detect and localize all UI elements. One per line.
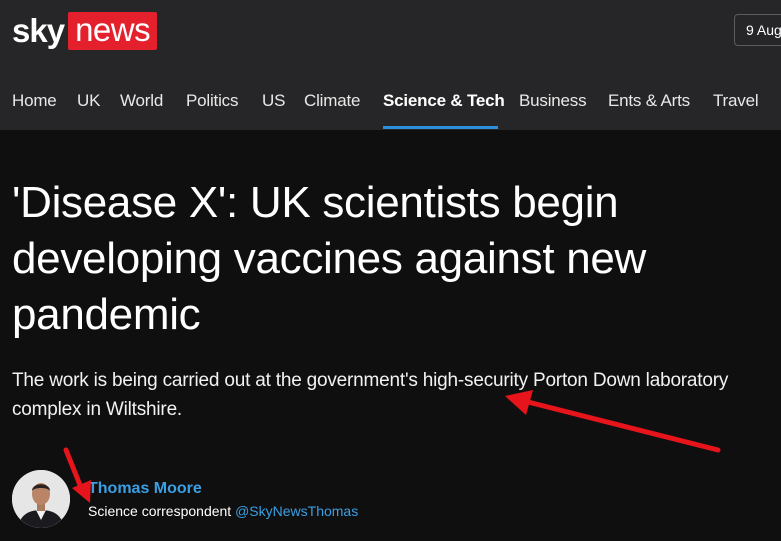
- author-photo: [12, 470, 70, 528]
- nav-item-world[interactable]: World: [120, 91, 163, 111]
- author-name-link[interactable]: Thomas Moore: [88, 480, 202, 498]
- nav-item-uk[interactable]: UK: [77, 91, 100, 111]
- author-byline: Science correspondent @SkyNewsThomas: [88, 503, 358, 519]
- active-tab-indicator: [383, 126, 498, 129]
- date-chip: 9 Aug: [734, 14, 781, 46]
- author-avatar[interactable]: [12, 470, 70, 528]
- nav-item-ents-arts[interactable]: Ents & Arts: [608, 91, 690, 111]
- article-standfirst: The work is being carried out at the gov…: [12, 370, 729, 420]
- nav-item-science-tech[interactable]: Science & Tech: [383, 91, 505, 111]
- nav-item-us[interactable]: US: [262, 91, 285, 111]
- site-header: sky news 9 Aug Home UK World Politics US…: [0, 0, 781, 130]
- logo-sky-text: sky: [12, 12, 65, 49]
- logo-news-text: news: [68, 12, 158, 50]
- article-headline: 'Disease X': UK scientists begin develop…: [12, 178, 647, 339]
- author-twitter-handle[interactable]: @SkyNewsThomas: [235, 503, 358, 519]
- nav-item-politics[interactable]: Politics: [186, 91, 238, 111]
- nav-item-home[interactable]: Home: [12, 91, 57, 111]
- nav-item-climate[interactable]: Climate: [304, 91, 360, 111]
- sky-news-logo[interactable]: sky news: [12, 12, 158, 50]
- author-role: Science correspondent: [88, 503, 232, 519]
- nav-item-travel[interactable]: Travel: [713, 91, 759, 111]
- nav-item-business[interactable]: Business: [519, 91, 587, 111]
